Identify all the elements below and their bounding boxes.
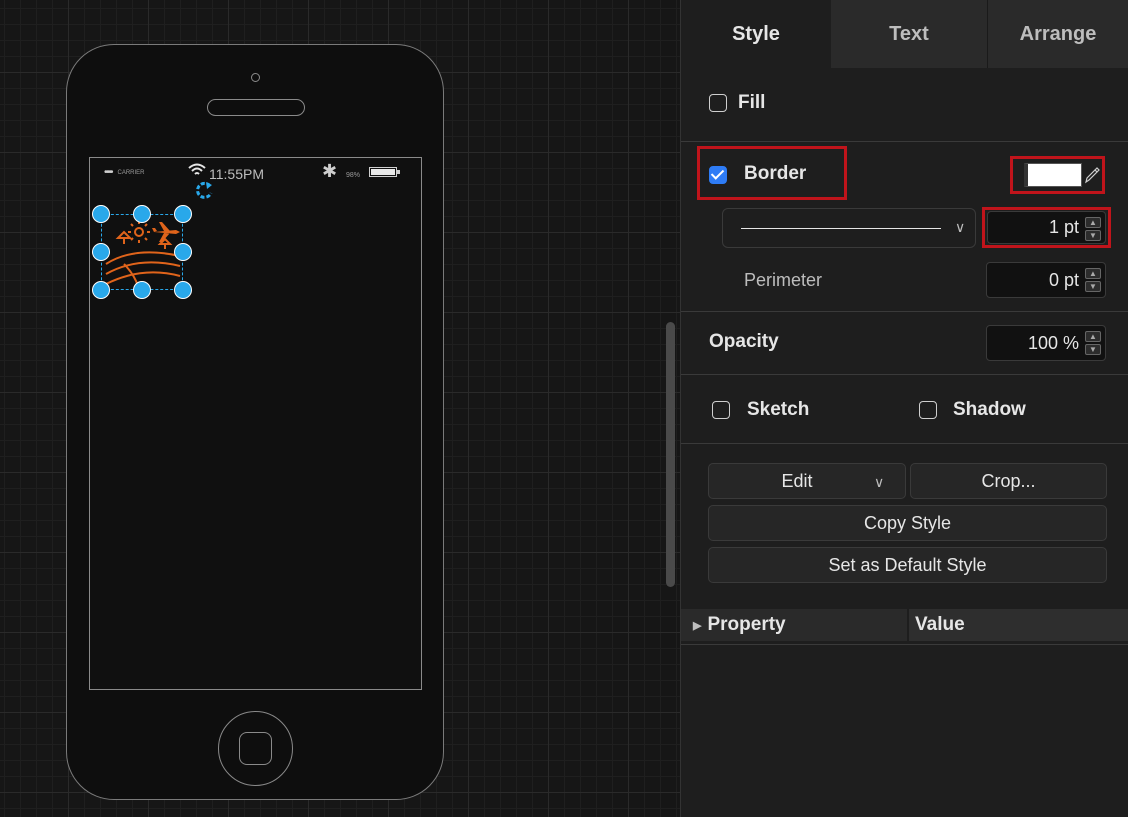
divider [681,374,1128,375]
tab-style[interactable]: Style [681,0,831,68]
resize-handle-top-right[interactable] [174,205,192,223]
landscape-airplane-icon[interactable] [104,216,182,288]
value-column-header: Value [907,609,1128,641]
bluetooth-icon: ✱ [322,161,338,181]
border-checkbox[interactable] [709,166,727,184]
resize-handle-bottom-left[interactable] [92,281,110,299]
phone-home-button-square [239,732,272,765]
fill-checkbox[interactable] [709,94,727,112]
signal-dots: ••••• [104,167,113,178]
resize-handle-bottom[interactable] [133,281,151,299]
divider [681,644,1128,645]
edit-button-label: Edit [781,470,813,491]
divider [681,141,1128,142]
wifi-icon [188,163,206,175]
resize-handle-top-left[interactable] [92,205,110,223]
rotate-handle-icon[interactable] [193,180,215,202]
perimeter-stepper[interactable]: ▲ ▼ [1085,268,1101,292]
sketch-checkbox[interactable] [712,401,730,419]
resize-handle-top[interactable] [133,205,151,223]
battery-percent: 98% [346,172,361,179]
perimeter-label: Perimeter [744,270,823,290]
set-default-style-button[interactable]: Set as Default Style [708,547,1107,583]
status-bar-carrier: ••••• CARRIER [104,167,145,178]
battery-icon [369,167,400,177]
border-label: Border [744,163,807,184]
copy-style-button[interactable]: Copy Style [708,505,1107,541]
perimeter-value: 0 pt [1048,269,1079,290]
line-style-preview [741,228,941,229]
border-color-swatch[interactable] [1024,163,1082,187]
chevron-down-icon: ∨ [955,219,966,235]
status-bar-time: 11:55PM [209,166,264,182]
line-width-stepper[interactable]: ▲ ▼ [1085,217,1101,241]
resize-handle-bottom-right[interactable] [174,281,192,299]
line-style-select[interactable]: ∨ [722,208,976,248]
property-table-header: ▶ Property Value [681,609,1128,641]
shadow-checkbox[interactable] [919,401,937,419]
carrier-label: CARRIER [117,169,145,176]
border-color-picker[interactable] [1010,156,1105,194]
tab-arrange[interactable]: Arrange [988,0,1128,68]
phone-camera [251,73,260,82]
resize-handle-left[interactable] [92,243,110,261]
edit-dropdown-button[interactable]: Edit ∨ [708,463,906,499]
opacity-field[interactable]: 100 % ▲ ▼ [986,325,1106,361]
sketch-label: Sketch [747,399,810,420]
property-column-header[interactable]: ▶ Property [681,614,907,636]
crop-button[interactable]: Crop... [910,463,1107,499]
opacity-label: Opacity [709,331,779,352]
property-header-label: Property [707,614,786,635]
canvas-vertical-scrollbar[interactable] [666,322,675,587]
shadow-label: Shadow [953,399,1026,420]
resize-handle-right[interactable] [174,243,192,261]
format-tabs: Style Text Arrange [681,0,1128,68]
line-width-value: 1 pt [1048,217,1079,237]
opacity-stepper[interactable]: ▲ ▼ [1085,331,1101,355]
chevron-down-icon: ∨ [874,474,885,490]
tab-text[interactable]: Text [831,0,988,68]
disclosure-triangle-icon[interactable]: ▶ [693,619,701,632]
eyedropper-icon[interactable] [1084,166,1100,184]
divider [681,443,1128,444]
line-width-field[interactable]: 1 pt ▲ ▼ [987,211,1106,244]
opacity-value: 100 % [1027,332,1079,353]
divider [681,311,1128,312]
phone-speaker [207,99,305,116]
fill-label: Fill [738,92,766,113]
perimeter-field[interactable]: 0 pt ▲ ▼ [986,262,1106,298]
